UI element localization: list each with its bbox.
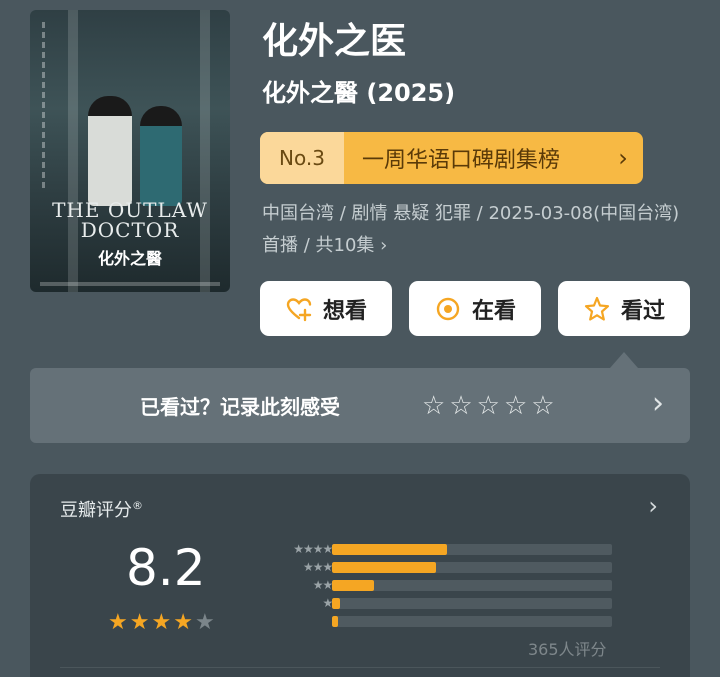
distribution-row: ★★★ [250,578,612,592]
show-meta-info[interactable]: 中国台湾 / 剧情 悬疑 犯罪 / 2025-03-08(中国台湾)首播 / 共… [262,198,682,262]
ranking-number: No.3 [260,132,344,184]
poster-credits [40,282,220,286]
watched-label: 看过 [620,298,665,324]
rating-label-text: 豆瓣评分 [60,500,132,521]
distribution-stars-label: ★ [250,614,343,628]
poster-chinese-title: 化外之醫 [97,249,162,268]
distribution-row: ★★★★★ [250,542,612,556]
ranking-badge[interactable]: No.3 一周华语口碑剧集榜 › [260,132,643,184]
star-empty-icon: ★ [194,610,215,635]
distribution-bar-fill [332,579,374,591]
want-to-watch-label: 想看 [322,298,367,324]
want-to-watch-button[interactable]: 想看 [260,281,392,336]
record-feeling-card[interactable]: 已看过？记录此刻感受 ☆ ☆ ☆ ☆ ☆ › [30,368,690,443]
ranking-label: 一周华语口碑剧集榜 [362,148,561,173]
distribution-row: ★★ [250,596,612,610]
distribution-stars-label: ★★★★ [302,560,343,574]
douban-rating-card[interactable]: 豆瓣评分® › 8.2 ★★★★★ ★★★★★★★★★★★★★★★ 365人评分 [30,474,690,677]
poster-english-title: THE OUTLAW DOCTOR [52,198,208,242]
trademark-mark: ® [132,499,143,512]
poster-vertical-text [42,22,45,192]
record-prompt: 已看过？记录此刻感受 [140,395,340,419]
target-icon [436,297,460,320]
watching-label: 在看 [471,298,516,324]
popover-caret [610,352,638,368]
distribution-bar-track [332,597,612,609]
distribution-row: ★ [250,614,612,628]
rate-stars[interactable]: ☆ ☆ ☆ ☆ ☆ [422,392,555,420]
chevron-right-icon: › [618,144,628,172]
distribution-bar-track [332,561,612,573]
distribution-stars-label: ★★★ [312,578,343,592]
star-filled-icon: ★ [173,610,193,635]
distribution-bar-fill [332,597,341,609]
distribution-stars-label: ★★★★★ [293,542,343,556]
distribution-bar-fill [332,543,447,555]
distribution-bar-track [332,615,612,627]
divider [60,667,660,668]
distribution-bar-fill [332,561,436,573]
star-outline-icon[interactable]: ☆ [449,392,472,420]
rating-score: 8.2 [126,539,206,597]
star-outline-icon[interactable]: ☆ [504,392,527,420]
poster-figure [140,106,182,206]
distribution-bar-track [332,543,612,555]
watching-button[interactable]: 在看 [409,281,541,336]
distribution-bar-track [332,579,612,591]
star-outline-icon[interactable]: ☆ [531,392,554,420]
chevron-right-icon[interactable]: › [648,492,658,520]
page-title: 化外之医 [262,21,407,62]
star-outline-icon[interactable]: ☆ [422,392,445,420]
heart-plus-icon [286,297,312,321]
star-filled-icon: ★ [129,610,150,635]
star-outline-icon [584,296,610,321]
chevron-right-icon[interactable]: › [652,386,664,421]
watched-button[interactable]: 看过 [558,281,690,336]
star-filled-icon: ★ [108,610,128,635]
distribution-stars-label: ★★ [250,596,343,610]
rating-label: 豆瓣评分® [60,496,143,522]
distribution-bar-fill [332,615,338,627]
distribution-row: ★★★★ [250,560,612,574]
star-filled-icon: ★ [151,610,172,635]
average-stars: ★ ★ ★ ★ ★ [108,610,215,635]
poster-figure [88,96,132,206]
page-subtitle: 化外之醫 (2025) [262,79,456,107]
star-outline-icon[interactable]: ☆ [477,392,500,420]
rating-count: 365人评分 [528,640,607,659]
poster-image[interactable]: THE OUTLAW DOCTOR 化外之醫 [30,10,230,292]
